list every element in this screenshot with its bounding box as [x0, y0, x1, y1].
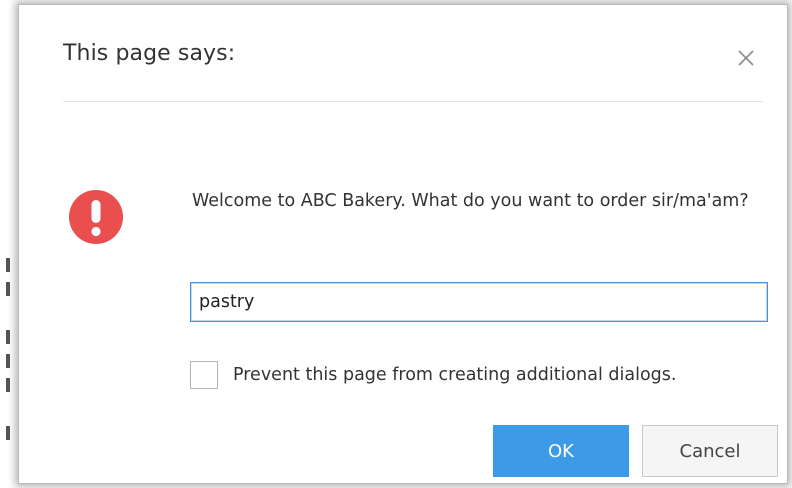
dialog-title: This page says: [63, 41, 236, 66]
title-divider [63, 101, 763, 102]
prompt-text-input[interactable] [190, 282, 768, 322]
cancel-button[interactable]: Cancel [642, 425, 778, 477]
prevent-dialogs-checkbox[interactable] [190, 361, 218, 389]
ok-button[interactable]: OK [493, 425, 629, 477]
prevent-dialogs-label[interactable]: Prevent this page from creating addition… [233, 361, 676, 389]
close-button[interactable] [733, 45, 759, 71]
edge-mark [6, 426, 10, 440]
edge-mark [6, 354, 10, 368]
edge-mark [6, 258, 10, 272]
edge-mark [6, 378, 10, 392]
exclamation-circle-icon [69, 190, 123, 244]
dialog-message: Welcome to ABC Bakery. What do you want … [192, 191, 749, 211]
edge-mark [6, 330, 10, 344]
close-icon [738, 50, 754, 66]
edge-mark [6, 282, 10, 296]
prompt-dialog: This page says: Welcome to ABC Bakery. W… [18, 4, 788, 484]
